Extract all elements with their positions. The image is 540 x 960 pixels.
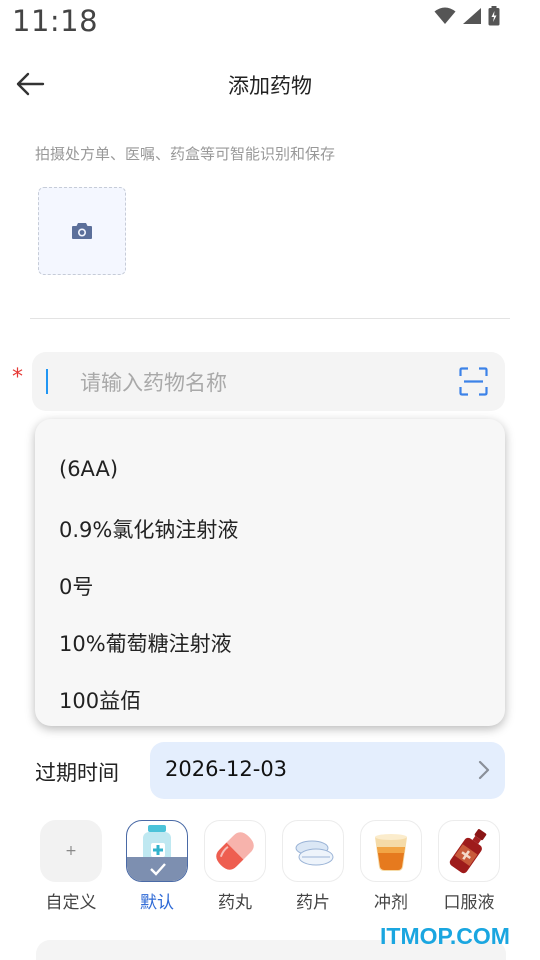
- page-title: 添加药物: [228, 74, 312, 98]
- expiry-label: 过期时间: [35, 761, 119, 785]
- type-label: 默认: [140, 893, 174, 913]
- type-custom[interactable]: + 自定义: [38, 820, 104, 913]
- medicine-bottle-icon: [126, 820, 188, 882]
- divider: [30, 318, 510, 319]
- photo-capture-button[interactable]: [38, 187, 126, 275]
- suggestion-item[interactable]: 0号: [59, 571, 93, 601]
- suggestion-dropdown: (6AA) 0.9%氯化钠注射液 0号 10%葡萄糖注射液 100益佰: [35, 419, 505, 726]
- suggestion-item[interactable]: 100益佰: [59, 685, 141, 715]
- required-mark: *: [12, 365, 23, 390]
- wifi-icon: [434, 7, 456, 24]
- oral-liquid-bottle-icon: [438, 820, 500, 882]
- plus-icon: +: [40, 820, 102, 882]
- chevron-right-icon: [478, 760, 490, 780]
- camera-icon: [72, 223, 92, 239]
- granule-drink-icon: [360, 820, 422, 882]
- text-cursor: [46, 369, 48, 394]
- photo-hint: 拍摄处方单、医嘱、药盒等可智能识别和保存: [35, 145, 336, 163]
- type-pill[interactable]: 药丸: [202, 820, 268, 913]
- scan-button[interactable]: [459, 367, 488, 396]
- type-label: 自定义: [45, 893, 97, 913]
- medicine-type-selector: + 自定义 默认 药丸 药片 冲剂 口服液: [38, 820, 508, 915]
- type-default[interactable]: 默认: [124, 820, 190, 913]
- medicine-name-input[interactable]: 请输入药物名称: [32, 352, 505, 411]
- suggestion-item[interactable]: (6AA): [59, 457, 118, 481]
- type-label: 冲剂: [374, 893, 408, 913]
- suggestion-item[interactable]: 10%葡萄糖注射液: [59, 628, 232, 658]
- check-icon: [150, 863, 166, 876]
- battery-icon: [488, 6, 500, 26]
- medicine-name-placeholder: 请输入药物名称: [80, 371, 227, 395]
- capsule-icon: [204, 820, 266, 882]
- tablet-icon: [282, 820, 344, 882]
- status-time: 11:18: [12, 4, 99, 38]
- watermark: ITMOP.COM: [380, 923, 510, 949]
- suggestion-item[interactable]: 0.9%氯化钠注射液: [59, 514, 238, 544]
- type-oral-liquid[interactable]: 口服液: [436, 820, 502, 913]
- type-granule[interactable]: 冲剂: [358, 820, 424, 913]
- type-tablet[interactable]: 药片: [280, 820, 346, 913]
- expiry-date-picker[interactable]: 2026-12-03: [150, 742, 505, 799]
- type-label: 药丸: [218, 893, 252, 913]
- status-icons: [434, 6, 500, 26]
- type-label: 药片: [296, 893, 330, 913]
- status-bar: 11:18: [0, 0, 540, 44]
- expiry-date-value: 2026-12-03: [165, 757, 288, 781]
- scan-icon: [459, 367, 488, 396]
- app-bar: 添加药物: [0, 56, 540, 112]
- type-label: 口服液: [443, 893, 495, 913]
- cell-signal-icon: [463, 8, 481, 24]
